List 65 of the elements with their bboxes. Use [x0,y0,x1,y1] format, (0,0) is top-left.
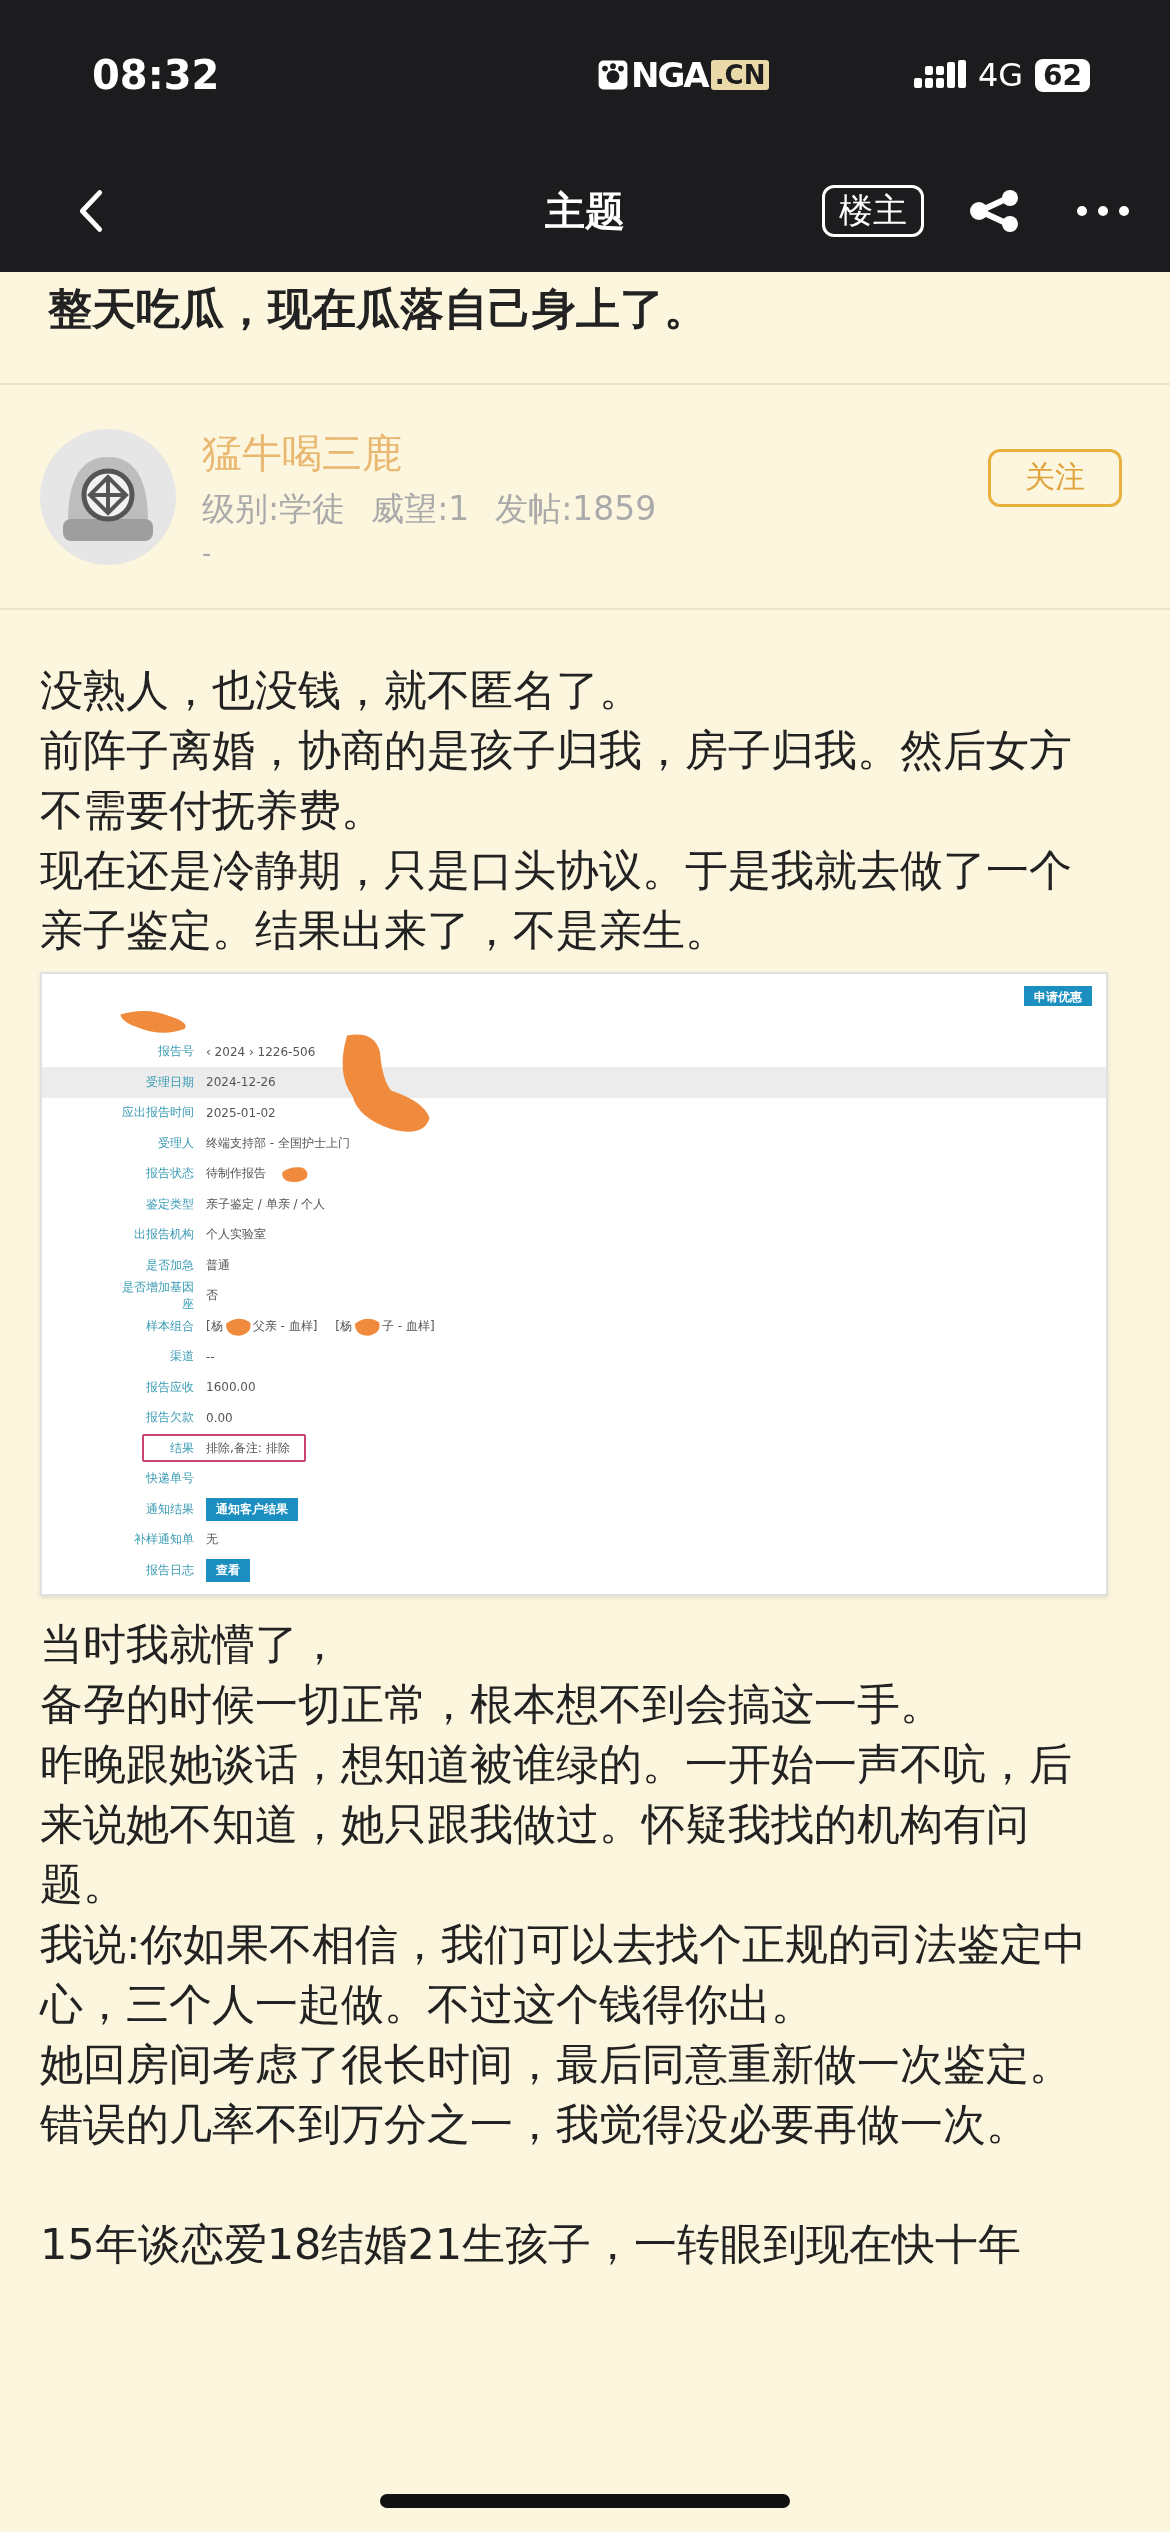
field-value: 否 [206,1287,218,1305]
field-value: ‹ 2024 › 1226-506 [206,1044,316,1059]
follow-button[interactable]: 关注 [988,448,1122,507]
field-label: 受理日期 [146,1073,194,1091]
field-value: 0.00 [206,1410,233,1425]
avatar-icon [38,426,178,567]
field-value: 2025-01-02 [206,1105,276,1120]
field-value: 父亲 - 血样] [252,1317,318,1335]
field-label: 渠道 [170,1348,194,1366]
report-action-button[interactable]: 查看 [206,1558,250,1582]
field-value: 2024-12-26 [206,1075,276,1090]
post-paragraph: 她回房间考虑了很长时间，最后同意重新做一次鉴定。 [40,2037,1073,2091]
battery-level: 62 [1035,58,1090,92]
field-label: 报告日志 [146,1561,194,1579]
topic-title: 整天吃瓜，现在瓜落自己身上了。 [0,272,1170,385]
field-label: 通知结果 [146,1500,194,1518]
status-time: 08:32 [92,52,221,98]
field-value: 无 [206,1531,218,1549]
post-paragraph: 当时我就懵了， [40,1617,342,1671]
field-value: -- [206,1349,215,1364]
field-label: 应出报告时间 [122,1104,194,1122]
field-value: 普通 [206,1256,230,1274]
site-logo: NGA .CN [597,55,770,95]
field-value: [杨 [335,1317,352,1335]
field-value: [杨 [206,1317,223,1335]
post-paragraph: 昨晚跟她谈话，想知道被谁绿的。一开始一声不吭，后来说她不知道，她只跟我做过。怀疑我找的机构有问题。 [40,1737,1073,1911]
author-reputation: 威望:1 [371,487,470,530]
field-label: 报告号 [158,1043,194,1061]
post-paragraph: 我说:你如果不相信，我们可以去找个正规的司法鉴定中心，三个人一起做。不过这个钱得你出。 [40,1917,1088,2031]
network-type: 4G [977,56,1024,94]
back-icon[interactable] [78,189,104,233]
field-label: 出报告机构 [134,1226,194,1244]
author-level: 级别:学徒 [202,487,346,530]
field-label: 是否加急 [146,1256,194,1274]
field-label: 是否增加基因座 [121,1278,194,1313]
signal-icon [913,60,966,90]
author-only-button[interactable]: 楼主 [822,185,924,237]
post-paragraph: 15年谈恋爱18结婚21生孩子，一转眼到现在快十年 [40,2217,1023,2271]
field-value: 待制作报告 [206,1165,266,1183]
field-label: 报告状态 [146,1165,194,1183]
field-value: 1600.00 [206,1380,256,1395]
apply-discount-button[interactable]: 申请优惠 [1024,986,1092,1006]
author-post-count: 发帖:1859 [495,487,657,530]
field-label: 鉴定类型 [146,1195,194,1213]
page-title: 主题 [545,186,625,236]
field-value: 个人实验室 [206,1226,266,1244]
field-value: 终端支持部 - 全国护士上门 [206,1134,350,1152]
field-label: 报告欠款 [146,1409,194,1427]
post-paragraph: 错误的几率不到万分之一，我觉得没必要再做一次。 [40,2097,1030,2151]
field-value: 亲子鉴定 / 单亲 / 个人 [206,1195,326,1213]
field-label: 快递单号 [146,1470,194,1488]
author-signature: - [202,537,213,568]
post-paragraph: 前阵子离婚，协商的是孩子归我，房子归我。然后女方不需要付抚养费。 [40,724,1073,837]
field-label: 报告应收 [146,1378,194,1396]
field-value: 排除,备注: 排除 [206,1439,290,1457]
report-action-button[interactable]: 通知客户结果 [206,1497,298,1521]
field-label: 结果 [170,1439,194,1457]
more-icon[interactable] [1076,205,1130,217]
post-paragraph: 没熟人，也没钱，就不匿名了。 [40,664,643,717]
post-paragraph: 现在还是冷静期，只是口头协议。于是我就去做了一个亲子鉴定。结果出来了，不是亲生。 [40,844,1073,957]
field-label: 补样通知单 [134,1531,194,1549]
field-label: 样本组合 [146,1317,194,1335]
field-value: 子 - 血样] [382,1317,435,1335]
post-paragraph: 备孕的时候一切正常，根本想不到会搞这一手。 [40,1677,944,1731]
field-label: 受理人 [158,1134,194,1152]
